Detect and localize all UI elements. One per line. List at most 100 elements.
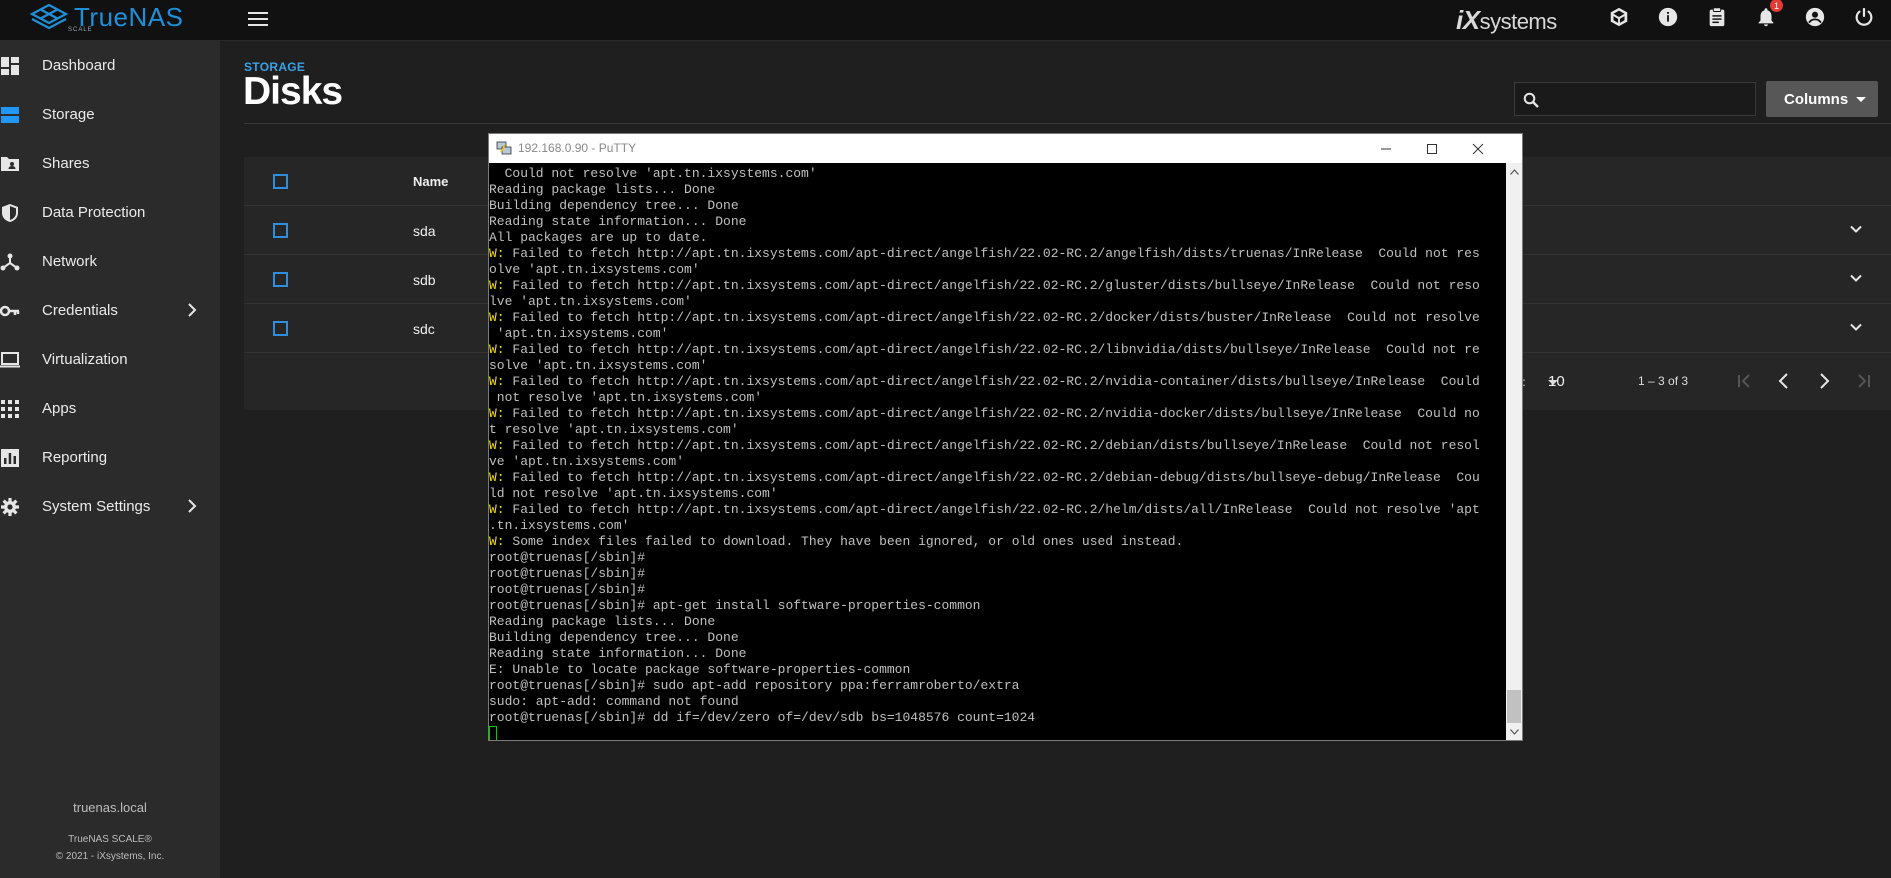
chevron-right-icon	[1820, 373, 1830, 389]
search-field[interactable]	[1514, 82, 1756, 116]
chevron-down-icon[interactable]	[1849, 271, 1863, 285]
terminal-line-text: Failed to fetch http://apt.tn.ixsystems.…	[504, 342, 1480, 357]
putty-icon	[496, 141, 512, 155]
terminal-line-text: Failed to fetch http://apt.tn.ixsystems.…	[504, 406, 1480, 421]
terminal-line: Could not resolve 'apt.tn.ixsystems.com'	[489, 166, 1480, 182]
terminal-line: olve 'apt.tn.ixsystems.com'	[489, 262, 1480, 278]
row-checkbox[interactable]	[273, 223, 288, 238]
sidebar-item-label: Credentials	[42, 302, 118, 319]
terminal-scrollbar[interactable]	[1506, 163, 1522, 740]
terminal-line: W: Failed to fetch http://apt.tn.ixsyste…	[489, 406, 1480, 422]
info-icon[interactable]	[1655, 4, 1681, 30]
terminal-line-text: sudo: apt-add: command not found	[489, 694, 739, 709]
terminal-line: W: Failed to fetch http://apt.tn.ixsyste…	[489, 310, 1480, 326]
bell-icon[interactable]: 1	[1753, 0, 1783, 30]
top-bar: TrueNAS SCALE iXsystems 1	[0, 0, 1891, 41]
title-divider	[244, 123, 1891, 124]
page-title: Disks	[243, 70, 343, 113]
terminal-line-text: Reading package lists... Done	[489, 182, 716, 197]
warning-prefix: W:	[489, 438, 505, 453]
sidebar-item-shares[interactable]: Shares	[0, 139, 220, 188]
columns-button[interactable]: Columns	[1766, 81, 1878, 117]
menu-toggle-icon[interactable]	[246, 8, 270, 32]
terminal-line-text: root@truenas[/sbin]# sudo apt-add reposi…	[489, 678, 1020, 693]
sidebar-item-credentials[interactable]: Credentials	[0, 286, 220, 335]
shield-icon	[0, 203, 20, 223]
scroll-up-button[interactable]	[1506, 163, 1522, 180]
close-button[interactable]	[1455, 134, 1501, 163]
next-page-button[interactable]	[1813, 370, 1835, 392]
sidebar-item-network[interactable]: Network	[0, 237, 220, 286]
shares-icon	[0, 154, 20, 174]
terminal-line-text: Failed to fetch http://apt.tn.ixsystems.…	[504, 470, 1480, 485]
warning-prefix: W:	[489, 374, 505, 389]
scroll-down-button[interactable]	[1506, 723, 1522, 740]
sidebar-footer: truenas.local TrueNAS SCALE® © 2021 - iX…	[0, 800, 220, 878]
caret-down-icon	[1509, 728, 1519, 735]
maximize-button[interactable]	[1409, 134, 1455, 163]
terminal-cursor	[489, 726, 497, 740]
chart-icon	[0, 448, 20, 468]
sidebar-item-system-settings[interactable]: System Settings	[0, 482, 220, 531]
last-page-button[interactable]	[1853, 370, 1875, 392]
terminal-line-text: Failed to fetch http://apt.tn.ixsystems.…	[504, 278, 1480, 293]
sidebar-item-data-protection[interactable]: Data Protection	[0, 188, 220, 237]
terminal-line-text: root@truenas[/sbin]#	[489, 550, 646, 565]
sidebar-item-dashboard[interactable]: Dashboard	[0, 41, 220, 90]
terminal-line: W: Failed to fetch http://apt.tn.ixsyste…	[489, 246, 1480, 262]
minimize-button[interactable]	[1363, 134, 1409, 163]
first-page-icon	[1738, 374, 1750, 388]
truecommand-icon[interactable]	[1606, 4, 1632, 30]
terminal-line-text: lve 'apt.tn.ixsystems.com'	[489, 294, 692, 309]
terminal-line: 'apt.tn.ixsystems.com'	[489, 326, 1480, 342]
previous-page-button[interactable]	[1773, 370, 1795, 392]
sidebar-item-virtualization[interactable]: Virtualization	[0, 335, 220, 384]
sidebar-item-apps[interactable]: Apps	[0, 384, 220, 433]
chevron-down-icon[interactable]	[1849, 222, 1863, 236]
clipboard-icon[interactable]	[1704, 4, 1730, 30]
terminal-line-text: Failed to fetch http://apt.tn.ixsystems.…	[504, 374, 1480, 389]
truenas-logo[interactable]: TrueNAS	[28, 2, 183, 32]
product-name: TrueNAS SCALE®	[68, 834, 152, 845]
terminal-line: t resolve 'apt.tn.ixsystems.com'	[489, 422, 1480, 438]
terminal-line: W: Failed to fetch http://apt.tn.ixsyste…	[489, 278, 1480, 294]
scroll-thumb[interactable]	[1507, 690, 1521, 723]
terminal-output[interactable]: Could not resolve 'apt.tn.ixsystems.com'…	[489, 163, 1506, 740]
sidebar-item-reporting[interactable]: Reporting	[0, 433, 220, 482]
terminal-line-text: Failed to fetch http://apt.tn.ixsystems.…	[504, 502, 1480, 517]
chevron-down-icon[interactable]	[1849, 320, 1863, 334]
storage-icon	[0, 105, 20, 125]
terminal-line: not resolve 'apt.tn.ixsystems.com'	[489, 390, 1480, 406]
copyright-text: © 2021 - iXsystems, Inc.	[55, 851, 165, 862]
row-checkbox[interactable]	[273, 321, 288, 336]
terminal-line-text: Failed to fetch http://apt.tn.ixsystems.…	[504, 246, 1480, 261]
brand-prefix: iX	[1456, 5, 1480, 35]
terminal-line: root@truenas[/sbin]#	[489, 566, 1480, 582]
sidebar-item-label: Apps	[42, 400, 77, 417]
first-page-button[interactable]	[1733, 370, 1755, 392]
gear-icon	[0, 497, 20, 517]
caret-down-icon	[1856, 97, 1866, 102]
search-input[interactable]	[1549, 87, 1753, 113]
terminal-lines: Could not resolve 'apt.tn.ixsystems.com'…	[489, 166, 1480, 740]
putty-window[interactable]: 192.168.0.90 - PuTTY Could not resolve '…	[488, 133, 1523, 741]
terminal-line-text: root@truenas[/sbin]#	[489, 582, 646, 597]
select-all-checkbox[interactable]	[273, 174, 288, 189]
terminal-line-text: Reading state information... Done	[489, 646, 747, 661]
last-page-icon	[1858, 374, 1870, 388]
account-icon[interactable]	[1802, 4, 1828, 30]
column-header-name[interactable]: Name	[413, 174, 448, 189]
page-size-select[interactable]: 10	[1548, 370, 1604, 394]
row-checkbox[interactable]	[273, 272, 288, 287]
ixsystems-logo[interactable]: iXsystems	[1456, 5, 1557, 36]
terminal-line-text: Reading state information... Done	[489, 214, 747, 229]
terminal-line-text: solve 'apt.tn.ixsystems.com'	[489, 358, 708, 373]
terminal-line: Reading state information... Done	[489, 646, 1480, 662]
putty-titlebar[interactable]: 192.168.0.90 - PuTTY	[489, 134, 1522, 163]
sidebar-item-label: Data Protection	[42, 204, 146, 221]
power-icon[interactable]	[1851, 4, 1877, 30]
sidebar-item-storage[interactable]: Storage	[0, 90, 220, 139]
terminal-line-text: root@truenas[/sbin]#	[489, 566, 646, 581]
disk-name: sdc	[413, 321, 435, 337]
terminal-line: W: Failed to fetch http://apt.tn.ixsyste…	[489, 342, 1480, 358]
